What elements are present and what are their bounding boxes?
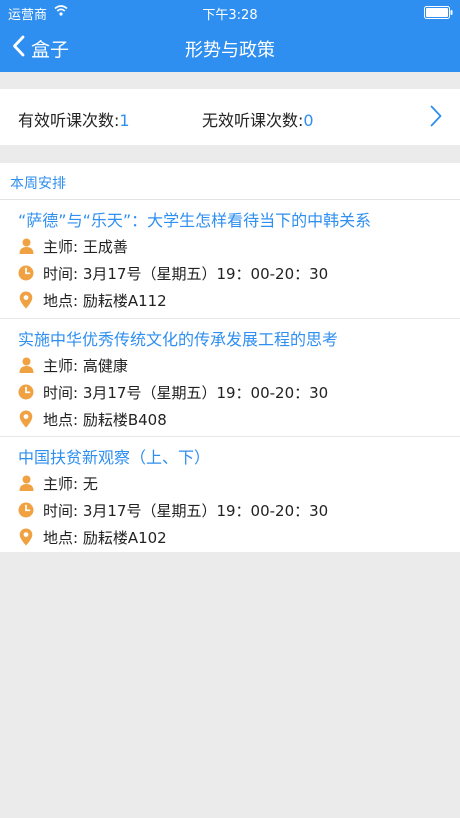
- time-text: 时间: 3月17号（星期五）19：00-20：30: [43, 264, 329, 283]
- top-bar: 运营商 下午3:28 盒子 形势与政策: [0, 0, 460, 72]
- lecturer-text: 主师: 王成善: [43, 237, 128, 256]
- invalid-count-value: 0: [303, 111, 314, 130]
- location-row: 地点: 励耘楼B408: [18, 409, 167, 429]
- valid-count-label: 有效听课次数:: [18, 111, 120, 130]
- lecture-title[interactable]: “萨德”与“乐天”：大学生怎样看待当下的中韩关系: [18, 207, 371, 231]
- clock-icon: [18, 501, 34, 519]
- lecture-title[interactable]: 实施中华优秀传统文化的传承发展工程的思考: [18, 326, 338, 350]
- valid-count-value: 1: [119, 111, 130, 130]
- nav-bar: 盒子 形势与政策: [0, 24, 460, 72]
- page-title: 形势与政策: [185, 40, 275, 61]
- location-text: 地点: 励耘楼B408: [43, 410, 167, 429]
- time-text: 时间: 3月17号（星期五）19：00-20：30: [43, 383, 329, 402]
- invalid-count-label: 无效听课次数:: [202, 111, 304, 130]
- time-row: 时间: 3月17号（星期五）19：00-20：30: [18, 263, 328, 283]
- time-row: 时间: 3月17号（星期五）19：00-20：30: [18, 382, 328, 402]
- attendance-count-row[interactable]: 有效听课次数:1 无效听课次数:0: [0, 89, 460, 145]
- chevron-right-icon[interactable]: [430, 105, 442, 131]
- person-icon: [18, 237, 34, 255]
- lecturer-text: 主师: 无: [43, 474, 98, 493]
- time-text: 时间: 3月17号（星期五）19：00-20：30: [43, 501, 329, 520]
- clock-icon: [18, 264, 34, 282]
- battery-icon: [424, 6, 454, 23]
- weekly-schedule: 本周安排 “萨德”与“乐天”：大学生怎样看待当下的中韩关系 主师: 王成善 时间…: [0, 163, 460, 552]
- clock-icon: [18, 383, 34, 401]
- location-text: 地点: 励耘楼A102: [43, 528, 167, 547]
- status-time: 下午3:28: [202, 8, 258, 23]
- person-icon: [18, 474, 34, 492]
- lecture-item[interactable]: “萨德”与“乐天”：大学生怎样看待当下的中韩关系 主师: 王成善 时间: 3月1…: [0, 200, 460, 318]
- lecture-item[interactable]: 中国扶贫新观察（上、下） 主师: 无 时间: 3月17号（星期五）19：00-2…: [0, 436, 460, 554]
- lecturer-row: 主师: 王成善: [18, 236, 128, 256]
- location-pin-icon: [18, 528, 34, 546]
- lecturer-text: 主师: 高健康: [43, 356, 128, 375]
- lecturer-row: 主师: 高健康: [18, 355, 128, 375]
- lecturer-row: 主师: 无: [18, 473, 98, 493]
- location-row: 地点: 励耘楼A102: [18, 527, 167, 547]
- location-pin-icon: [18, 291, 34, 309]
- lecture-item[interactable]: 实施中华优秀传统文化的传承发展工程的思考 主师: 高健康 时间: 3月17号（星…: [0, 318, 460, 436]
- lecture-title[interactable]: 中国扶贫新观察（上、下）: [18, 444, 210, 468]
- time-row: 时间: 3月17号（星期五）19：00-20：30: [18, 500, 328, 520]
- person-icon: [18, 356, 34, 374]
- section-title: 本周安排: [10, 176, 66, 192]
- valid-count: 有效听课次数:1: [18, 107, 130, 131]
- location-text: 地点: 励耘楼A112: [43, 291, 167, 310]
- invalid-count: 无效听课次数:0: [202, 107, 314, 131]
- location-row: 地点: 励耘楼A112: [18, 290, 167, 310]
- status-bar: 运营商 下午3:28: [0, 0, 460, 24]
- location-pin-icon: [18, 410, 34, 428]
